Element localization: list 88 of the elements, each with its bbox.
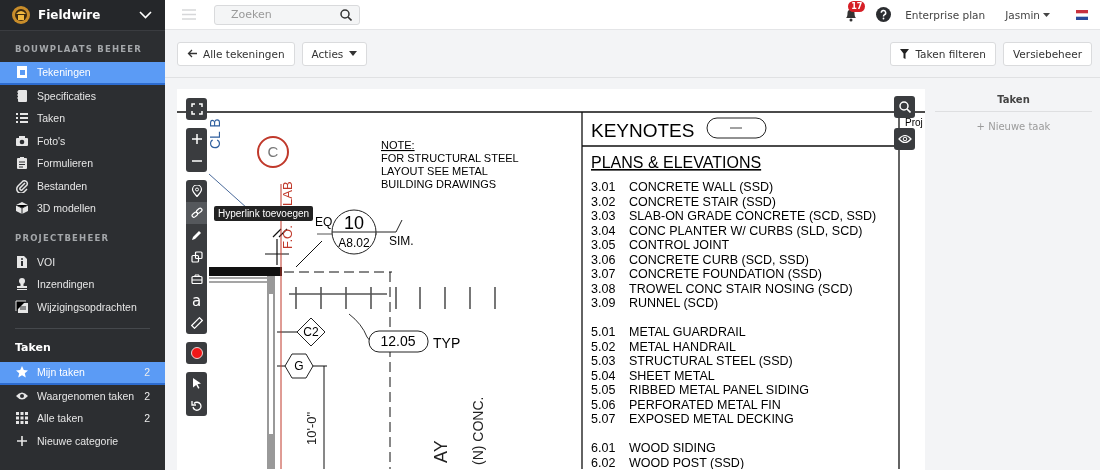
keynote-number: 5.07 [591, 412, 616, 426]
keynote-text: CONC PLANTER W/ CURBS (SLD, SCD) [629, 223, 863, 238]
note-heading: NOTE: [381, 139, 415, 151]
vertical-label: CL B [207, 118, 223, 149]
drawing-label: TYP [433, 335, 461, 351]
actions-dropdown[interactable]: Acties [301, 41, 368, 66]
brand-name: Fieldwire [38, 8, 102, 22]
keynote-text: WOOD POST (SSD) [629, 455, 745, 469]
keynote-number: 5.04 [591, 368, 616, 383]
back-button[interactable]: Alle tekeningen [177, 41, 295, 66]
keynote-number: 6.02 [591, 455, 616, 469]
keynote-number: 5.01 [591, 325, 616, 339]
keynote-text: METAL HANDRAIL [629, 339, 736, 354]
item-count: 2 [144, 389, 150, 402]
keynote-number: 5.05 [591, 383, 616, 397]
sidebar-item[interactable]: Nieuwe categorie [0, 429, 165, 452]
keynote-number: 3.02 [591, 194, 616, 209]
tag-label: C2 [303, 325, 319, 339]
keynote-text: SLAB-ON GRADE CONCRETE (SCD, SSD) [629, 209, 877, 223]
keynote-number: 3.07 [591, 267, 616, 281]
sidebar-item[interactable]: Alle taken 2 [0, 407, 165, 430]
sidebar-item[interactable]: Taken [0, 107, 165, 130]
vertical-label: (N) CONC. [470, 396, 486, 465]
tag-label: 12.05 [380, 333, 416, 349]
sidebar-item[interactable]: 3D modellen [0, 197, 165, 220]
keynote-number: 3.06 [591, 252, 616, 267]
version-button[interactable]: Versiebeheer [1003, 41, 1092, 66]
sidebar-item[interactable]: Foto's [0, 129, 165, 152]
section-heading: PROJECTBEHEER [14, 231, 111, 245]
sidebar-item[interactable]: Wijzigingsopdrachten [0, 295, 165, 318]
keynote-text: CONCRETE STAIR (SSD) [629, 194, 776, 209]
bubble-label: C [267, 143, 279, 160]
sidebar-item[interactable]: VOI [0, 250, 165, 273]
vertical-label: AY [431, 440, 451, 463]
note-line: FOR STRUCTURAL STEEL [381, 152, 519, 164]
keynote-text: RIBBED METAL PANEL SIDING [629, 383, 809, 397]
note-line: BUILDING DRAWINGS [381, 178, 497, 190]
keynote-number: 3.08 [591, 281, 616, 296]
item-count: 2 [144, 366, 150, 379]
keynotes-title: KEYNOTES [591, 120, 695, 141]
tooltip: Hyperlink toevoegen [214, 206, 314, 221]
sheet-text: Proj [905, 117, 923, 128]
plan-link[interactable]: Enterprise plan [905, 8, 986, 21]
keynotes-subtitle: PLANS & ELEVATIONS [591, 154, 762, 171]
keynote-text: EXPOSED METAL DECKING [629, 412, 794, 426]
keynote-text: CONCRETE WALL (SSD) [629, 180, 774, 194]
keynote-number: 3.01 [591, 180, 616, 194]
section-heading: BOUWPLAATS BEHEER [14, 43, 143, 56]
search-field[interactable]: Zoeken [214, 4, 360, 25]
keynote-text: CONCRETE CURB (SCD, SSD) [629, 252, 809, 267]
keynote-text: WOOD SIDING [629, 441, 716, 455]
notification-badge: 17 [848, 0, 866, 12]
keynote-number: 3.03 [591, 209, 616, 223]
text-tool[interactable]: a [186, 290, 207, 312]
section-heading: Taken [14, 340, 52, 356]
sidebar-item[interactable]: Waargenomen taken 2 [0, 384, 165, 407]
sidebar-item[interactable]: Bestanden [0, 174, 165, 197]
keynote-text: STRUCTURAL STEEL (SSD) [629, 354, 793, 368]
sidebar-item[interactable]: Specificaties [0, 84, 165, 107]
keynote-number: 3.09 [591, 296, 616, 310]
filter-button[interactable]: Taken filteren [890, 41, 996, 66]
drawing-label: SIM. [389, 234, 414, 248]
keynote-number: 3.05 [591, 238, 616, 252]
keynote-text: PERFORATED METAL FIN [629, 397, 781, 412]
keynote-text: CONCRETE FOUNDATION (SSD) [629, 267, 822, 281]
keynote-number: 5.02 [591, 339, 616, 354]
keynote-number: 3.04 [591, 223, 616, 238]
section-number: 10 [344, 213, 364, 233]
note-line: LAYOUT SEE METAL [381, 165, 488, 177]
keynote-text: SHEET METAL [629, 368, 715, 383]
item-count: 2 [144, 412, 150, 425]
sidebar-item[interactable]: Formulieren [0, 152, 165, 175]
drawing-label: EQ [315, 215, 333, 229]
keynote-text: RUNNEL (SCD) [629, 296, 719, 310]
vertical-label: LAB [280, 181, 295, 206]
keynote-text: TROWEL CONC STAIR NOSING (SCD) [629, 281, 853, 296]
vertical-label: 10'-0" [304, 411, 319, 445]
keynote-number: 5.06 [591, 397, 616, 412]
keynote-text: METAL GUARDRAIL [629, 325, 746, 339]
keynote-text: CONTROL JOINT [629, 238, 730, 252]
tag-label: G [294, 359, 304, 373]
panel-title: Taken [935, 94, 1092, 112]
keynote-number: 6.01 [591, 441, 616, 455]
keynote-number: 5.03 [591, 354, 616, 368]
sidebar-item[interactable]: Inzendingen [0, 273, 165, 296]
sheet-number: A8.02 [338, 236, 370, 250]
user-menu[interactable]: Jasmin [1005, 8, 1050, 21]
vertical-label: F.O. [280, 225, 295, 249]
